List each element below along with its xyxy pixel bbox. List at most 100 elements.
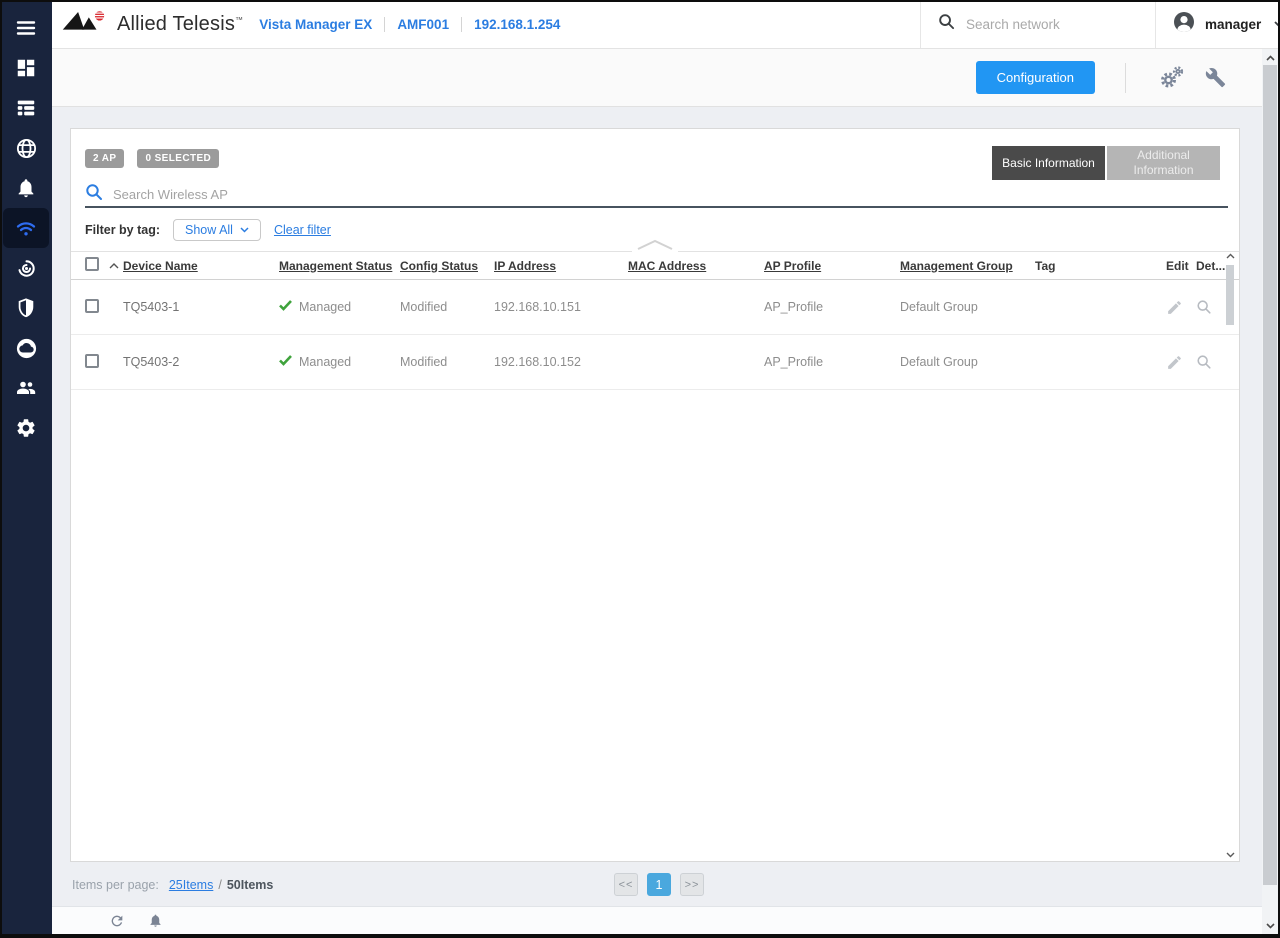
ap-profile: AP_Profile <box>764 300 900 314</box>
brand-name: Allied Telesis™ <box>117 13 243 36</box>
wireless-ap-panel: 2 AP 0 SELECTED Basic Information Additi… <box>70 128 1240 862</box>
prev-page-button[interactable]: << <box>614 873 638 896</box>
col-mac-address[interactable]: MAC Address <box>628 259 764 273</box>
status-bar <box>52 906 1280 934</box>
management-group: Default Group <box>900 355 1035 369</box>
gear-icon <box>15 417 37 439</box>
management-status: Managed <box>299 300 351 314</box>
sidebar-item-security[interactable] <box>3 288 49 328</box>
col-ip-address[interactable]: IP Address <box>494 259 628 273</box>
clear-filter-link[interactable]: Clear filter <box>274 223 331 237</box>
sidebar-item-network-map[interactable] <box>3 128 49 168</box>
link-master-ip[interactable]: 192.168.1.254 <box>474 17 560 32</box>
collapse-filter-chevron-icon[interactable] <box>632 237 678 255</box>
sidebar-item-wireless[interactable] <box>3 208 49 248</box>
row-checkbox[interactable] <box>85 354 99 368</box>
network-search-input[interactable] <box>966 17 1131 32</box>
items-per-page: Items per page: 25Items / 50Items <box>72 878 273 892</box>
vista-manager-window: Allied Telesis™ Vista Manager EX AMF001 … <box>0 0 1280 938</box>
ap-profile: AP_Profile <box>764 355 900 369</box>
gears-icon[interactable] <box>1158 65 1185 90</box>
trademark-mark: ™ <box>235 15 243 24</box>
table-row: TQ5403-1 Managed Modified 192.168.10.151… <box>71 280 1239 335</box>
tag-filter-value: Show All <box>185 223 233 237</box>
sidebar-item-asset-list[interactable] <box>3 88 49 128</box>
sidebar-item-event-log[interactable] <box>3 168 49 208</box>
pagination: << 1 >> <box>614 873 704 896</box>
row-checkbox[interactable] <box>85 299 99 313</box>
shield-icon <box>15 297 37 319</box>
scroll-down-icon[interactable] <box>1225 852 1236 858</box>
link-divider <box>461 17 462 32</box>
config-status: Modified <box>400 300 494 314</box>
link-amf-network[interactable]: AMF001 <box>397 17 449 32</box>
wifi-icon <box>14 216 38 240</box>
header-links: Vista Manager EX AMF001 192.168.1.254 <box>259 17 560 32</box>
scroll-down-icon[interactable] <box>1262 918 1278 933</box>
notification-bell-icon[interactable] <box>148 913 163 928</box>
device-name: TQ5403-2 <box>123 355 279 369</box>
sidebar-item-sd-wan[interactable] <box>3 248 49 288</box>
managed-check-icon <box>279 355 292 369</box>
col-config-status[interactable]: Config Status <box>400 259 494 273</box>
list-icon <box>15 97 37 119</box>
link-vista-manager-ex[interactable]: Vista Manager EX <box>259 17 372 32</box>
ip-address: 192.168.10.151 <box>494 300 628 314</box>
user-menu[interactable]: manager <box>1155 0 1280 48</box>
sort-asc-icon[interactable] <box>109 263 123 269</box>
config-status: Modified <box>400 355 494 369</box>
edit-pencil-icon[interactable] <box>1166 354 1196 371</box>
management-status: Managed <box>299 355 351 369</box>
scroll-up-icon[interactable] <box>1262 50 1278 65</box>
bell-icon <box>15 177 37 199</box>
tag-filter-dropdown[interactable]: Show All <box>173 219 261 241</box>
filter-row: Filter by tag: Show All Clear filter <box>85 219 331 241</box>
sidebar-item-user-management[interactable] <box>3 368 49 408</box>
col-device-name[interactable]: Device Name <box>123 259 279 273</box>
wrench-icon[interactable] <box>1205 67 1226 88</box>
search-icon <box>85 183 103 206</box>
sidebar-item-dashboard[interactable] <box>3 48 49 88</box>
main-region: Allied Telesis™ Vista Manager EX AMF001 … <box>52 0 1280 938</box>
count-badges: 2 AP 0 SELECTED <box>85 149 219 168</box>
edit-pencil-icon[interactable] <box>1166 299 1196 316</box>
sub-toolbar: Configuration <box>52 49 1280 107</box>
user-name: manager <box>1205 17 1261 32</box>
scroll-up-icon[interactable] <box>1225 253 1236 259</box>
top-header: Allied Telesis™ Vista Manager EX AMF001 … <box>52 0 1280 49</box>
device-name: TQ5403-1 <box>123 300 279 314</box>
col-management-status[interactable]: Management Status <box>279 259 400 273</box>
select-all-checkbox[interactable] <box>85 257 99 271</box>
items-per-page-25-link[interactable]: 25Items <box>169 878 213 892</box>
managed-check-icon <box>279 300 292 314</box>
management-group: Default Group <box>900 300 1035 314</box>
col-ap-profile[interactable]: AP Profile <box>764 259 900 273</box>
col-management-group[interactable]: Management Group <box>900 259 1035 273</box>
avatar-icon <box>1172 10 1196 39</box>
tab-additional-information[interactable]: Additional Information <box>1107 146 1220 180</box>
sidebar-item-system-settings[interactable] <box>3 408 49 448</box>
table-scrollbar <box>1225 253 1236 858</box>
scrollbar-thumb[interactable] <box>1263 65 1277 885</box>
ap-table: Device Name Management Status Config Sta… <box>71 251 1239 390</box>
scrollbar-thumb[interactable] <box>1226 265 1234 325</box>
tab-basic-information[interactable]: Basic Information <box>992 146 1105 180</box>
sidebar-item-menu[interactable] <box>3 8 49 48</box>
users-icon <box>14 376 38 400</box>
refresh-icon[interactable] <box>109 913 125 929</box>
configuration-button[interactable]: Configuration <box>976 61 1095 94</box>
wireless-ap-search-input[interactable] <box>113 187 1228 202</box>
cloud-icon <box>15 337 38 360</box>
sidebar-nav <box>0 0 52 938</box>
swirl-icon <box>15 257 38 280</box>
next-page-button[interactable]: >> <box>680 873 704 896</box>
link-divider <box>384 17 385 32</box>
ap-count-badge: 2 AP <box>85 149 124 168</box>
ip-address: 192.168.10.152 <box>494 355 628 369</box>
page-1-button[interactable]: 1 <box>647 873 671 896</box>
sidebar-item-cloud-services[interactable] <box>3 328 49 368</box>
table-header-row: Device Name Management Status Config Sta… <box>71 251 1239 280</box>
selected-count-badge: 0 SELECTED <box>137 149 219 168</box>
content-area: 2 AP 0 SELECTED Basic Information Additi… <box>52 108 1280 906</box>
globe-icon <box>15 137 38 160</box>
